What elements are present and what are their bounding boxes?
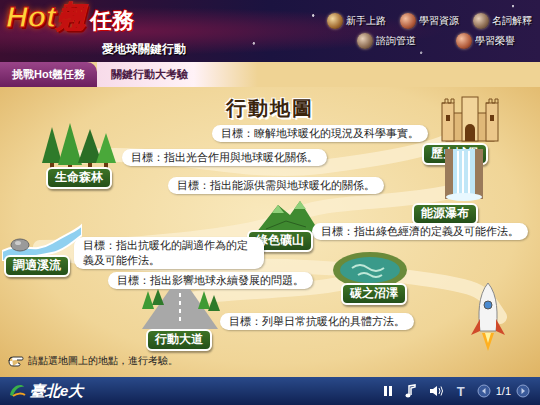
- footer-logo: 臺北e大: [30, 382, 83, 400]
- nav-label: 新手上路: [346, 15, 386, 27]
- subtitle: 愛地球關鍵行動: [102, 42, 186, 56]
- forest-icon[interactable]: [40, 123, 116, 169]
- section-title: 關鍵行動大考驗: [97, 62, 258, 87]
- action-map: 行動地圖目標：瞭解地球暖化的現況及科學事實。歷史城堡目標：指出光合作用與地球暖化…: [0, 87, 540, 377]
- volume-button[interactable]: [429, 385, 445, 397]
- hint: 請點選地圖上的地點，進行考驗。: [8, 354, 178, 367]
- music-button[interactable]: [405, 384, 417, 398]
- top-nav: 新手上路 學習資源 名詞解釋諮詢管道 學習榮譽: [327, 13, 532, 49]
- text-size-button[interactable]: T: [457, 385, 465, 398]
- goal-text: 目標：列舉日常抗暖化的具體方法。: [220, 313, 414, 330]
- planet-icon: [357, 33, 373, 49]
- goal-text: 目標：指出光合作用與地球暖化關係。: [122, 149, 327, 166]
- road-icon[interactable]: [140, 289, 220, 329]
- hand-icon: [8, 355, 24, 367]
- speaker-icon: [429, 385, 445, 397]
- nav-button[interactable]: 學習資源: [400, 13, 459, 29]
- prev-button[interactable]: [477, 384, 491, 398]
- location-button[interactable]: 生命森林: [46, 167, 112, 189]
- castle-icon[interactable]: [440, 95, 500, 143]
- prev-icon: [477, 384, 491, 398]
- location-button[interactable]: 調適溪流: [4, 255, 70, 277]
- page-indicator: 1/1: [496, 386, 511, 397]
- header: Hot翹任務愛地球關鍵行動 新手上路 學習資源 名詞解釋諮詢管道 學習榮譽: [0, 0, 540, 62]
- logo-hot: Hot翹: [6, 2, 86, 32]
- rocket-icon: [468, 281, 508, 353]
- nav-label: 諮詢管道: [376, 35, 416, 47]
- nav-button[interactable]: 學習榮譽: [456, 33, 515, 49]
- goal-text: 目標：指出綠色經濟的定義及可能作法。: [312, 223, 528, 240]
- footer: 臺北e大 T 1/1: [0, 377, 540, 405]
- nav-label: 學習榮譽: [475, 35, 515, 47]
- hint-text: 請點選地圖上的地點，進行考驗。: [28, 354, 178, 367]
- goal-text: 目標：指出能源供需與地球暖化的關係。: [168, 177, 384, 194]
- map-title: 行動地圖: [226, 93, 314, 123]
- waterfall-icon[interactable]: [443, 149, 485, 201]
- nav-button[interactable]: 諮詢管道: [357, 33, 416, 49]
- goal-text: 目標：指出影響地球永續發展的問題。: [108, 272, 313, 289]
- swoosh-icon: [8, 383, 26, 399]
- goal-text: 目標：指出抗暖化的調適作為的定義及可能作法。: [74, 237, 264, 269]
- planet-icon: [327, 13, 343, 29]
- music-icon: [405, 384, 417, 398]
- planet-icon: [456, 33, 472, 49]
- mountain-icon[interactable]: [256, 199, 320, 233]
- logo-title: 任務: [90, 10, 134, 32]
- pause-button[interactable]: [383, 385, 393, 397]
- next-icon: [516, 384, 530, 398]
- planet-icon: [400, 13, 416, 29]
- pause-icon: [383, 385, 393, 397]
- goal-text: 目標：瞭解地球暖化的現況及科學事實。: [212, 125, 428, 142]
- tab[interactable]: 挑戰Hot翹任務: [0, 62, 97, 87]
- tab-bar: 挑戰Hot翹任務關鍵行動大考驗: [0, 62, 540, 87]
- location-button[interactable]: 碳之沼澤: [341, 283, 407, 305]
- nav-button[interactable]: 新手上路: [327, 13, 386, 29]
- location-button[interactable]: 行動大道: [146, 329, 212, 351]
- logo: Hot翹任務: [6, 2, 186, 32]
- planet-icon: [473, 13, 489, 29]
- nav-label: 學習資源: [419, 15, 459, 27]
- nav-label: 名詞解釋: [492, 15, 532, 27]
- location-button[interactable]: 能源瀑布: [412, 203, 478, 225]
- next-button[interactable]: [516, 384, 530, 398]
- nav-button[interactable]: 名詞解釋: [473, 13, 532, 29]
